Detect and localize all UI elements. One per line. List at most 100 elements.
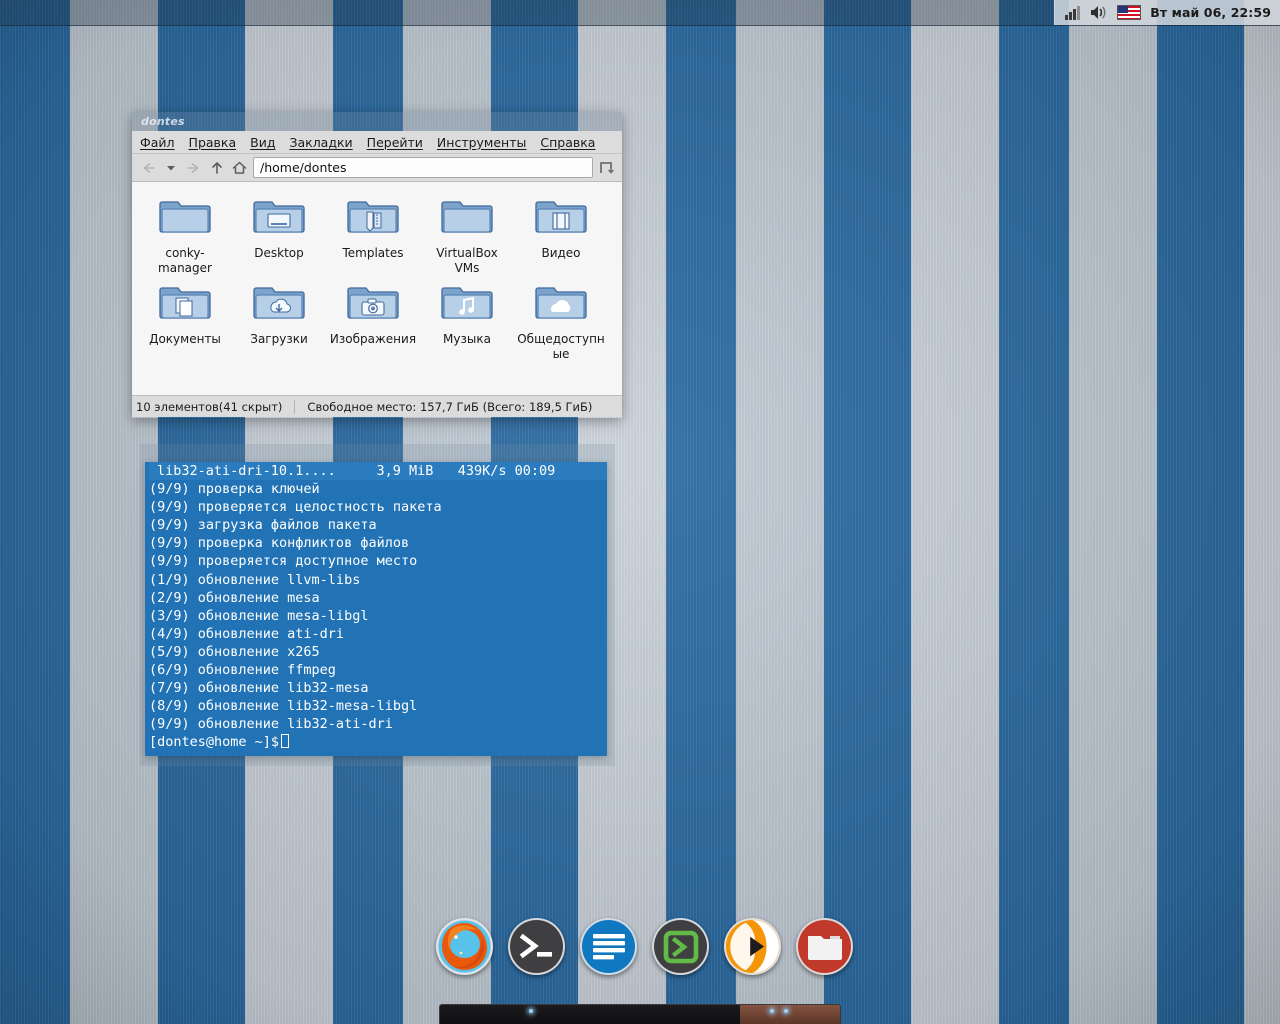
volume-icon[interactable] [1090, 5, 1108, 20]
file-label: conky-manager [158, 246, 212, 275]
menu-tools[interactable]: Инструменты [437, 135, 526, 150]
home-icon[interactable] [230, 157, 249, 179]
path-value: /home/dontes [260, 160, 347, 175]
terminal-prompt: [dontes@home ~]$ [149, 734, 280, 751]
up-icon[interactable] [207, 157, 226, 179]
file-area[interactable]: conky-manager Desktop Templates VirtualB… [132, 182, 622, 395]
menu-bar: Файл Правка Вид Закладки Перейти Инструм… [132, 131, 622, 154]
menu-bookmarks[interactable]: Закладки [289, 135, 352, 150]
document-icon [592, 933, 625, 959]
system-tray: Вт май 06, 22:59 [1054, 0, 1280, 25]
running-indicator [770, 1009, 774, 1013]
signal-icon[interactable] [1065, 5, 1081, 20]
terminal-line: (9/9) проверяется целостность пакета [149, 499, 442, 516]
chevron-down-icon[interactable] [161, 157, 180, 179]
terminal-line: (6/9) обновление ffmpeg [149, 662, 336, 679]
folder-icon [441, 194, 493, 240]
item-count: 10 элементов(41 скрыт) [136, 399, 283, 414]
terminal-line: (9/9) проверка конфликтов файлов [149, 535, 410, 552]
file-row-1: conky-manager Desktop Templates VirtualB… [138, 190, 616, 276]
file-item-virtualbox-vms[interactable]: VirtualBox VMs [420, 190, 514, 276]
terminal-line: (9/9) проверяется доступное место [149, 553, 418, 570]
running-indicator [784, 1009, 788, 1013]
menu-help[interactable]: Справка [540, 135, 595, 150]
terminal-line: (8/9) обновление lib32-mesa-libgl [149, 698, 418, 715]
file-label: Desktop [254, 246, 304, 260]
file-label: VirtualBox VMs [436, 246, 498, 275]
file-label: Документы [149, 332, 221, 346]
file-item-public[interactable]: Общедоступные [514, 276, 608, 362]
menu-view[interactable]: Вид [250, 135, 275, 150]
folder-desktop-icon [253, 194, 305, 240]
file-item-pictures[interactable]: Изображения [326, 276, 420, 362]
file-label: Общедоступные [517, 332, 605, 361]
dock-item-text-editor[interactable] [573, 911, 644, 982]
file-row-2: Документы Загрузки Изображения Музыка Об… [138, 276, 616, 362]
folder-icon [159, 194, 211, 240]
terminal-line: (2/9) обновление mesa [149, 589, 320, 606]
back-icon[interactable] [138, 157, 157, 179]
menu-go[interactable]: Перейти [367, 135, 423, 150]
clock[interactable]: Вт май 06, 22:59 [1150, 5, 1271, 20]
terminal-line: (4/9) обновление ati-dri [149, 625, 345, 642]
file-label: Изображения [329, 332, 417, 346]
remote-desktop-icon [663, 930, 698, 963]
file-item-desktop[interactable]: Desktop [232, 190, 326, 276]
file-item-templates[interactable]: Templates [326, 190, 420, 276]
dock [429, 911, 860, 982]
dock-item-firefox[interactable] [429, 911, 500, 982]
folder-icon [807, 935, 842, 960]
keyboard-layout-flag-icon[interactable] [1117, 5, 1142, 20]
file-label: Музыка [443, 332, 491, 346]
dock-item-terminal[interactable] [501, 911, 572, 982]
terminal-line: (5/9) обновление x265 [149, 643, 320, 660]
dock-item-remote-desktop[interactable] [645, 911, 716, 982]
file-label: Templates [342, 246, 404, 260]
terminal-download-status: lib32-ati-dri-10.1.... 3,9 MiB 439K/s 00… [149, 462, 607, 481]
running-indicator [529, 1009, 533, 1013]
navigation-toolbar: /home/dontes [132, 154, 622, 182]
menu-file[interactable]: Файл [140, 135, 175, 150]
firefox-icon [438, 920, 491, 973]
terminal-line: (1/9) обновление llvm-libs [149, 571, 361, 588]
terminal-line: (9/9) загрузка файлов пакета [149, 517, 377, 534]
terminal-window[interactable]: lib32-ati-dri-10.1.... 3,9 MiB 439K/s 00… [145, 462, 607, 756]
dock-item-file-manager[interactable] [789, 911, 860, 982]
folder-documents-icon [159, 280, 211, 326]
folder-videos-icon [535, 194, 587, 240]
split-view-icon[interactable] [597, 157, 616, 179]
status-divider [294, 399, 296, 414]
window-titlebar[interactable]: dontes [132, 112, 622, 131]
status-bar: 10 элементов(41 скрыт) Свободное место: … [132, 395, 622, 417]
terminal-line: (9/9) проверка ключей [149, 481, 320, 498]
file-label: Загрузки [250, 332, 308, 346]
desktop[interactable]: Вт май 06, 22:59 dontes Файл Правка Вид … [0, 0, 1280, 1024]
terminal-cursor [281, 734, 290, 749]
file-label: Видео [541, 246, 581, 260]
media-player-icon [726, 920, 779, 973]
forward-icon[interactable] [184, 157, 203, 179]
terminal-line: (3/9) обновление mesa-libgl [149, 607, 369, 624]
menu-edit[interactable]: Правка [189, 135, 237, 150]
folder-templates-icon [347, 194, 399, 240]
terminal-line: (9/9) обновление lib32-ati-dri [149, 716, 393, 733]
dock-item-media-player[interactable] [717, 911, 788, 982]
top-panel: Вт май 06, 22:59 [0, 0, 1280, 26]
file-item-video[interactable]: Видео [514, 190, 608, 276]
free-space: Свободное место: 157,7 ГиБ (Всего: 189,5… [307, 399, 593, 414]
path-input[interactable]: /home/dontes [253, 157, 593, 178]
file-item-downloads[interactable]: Загрузки [232, 276, 326, 362]
window-title: dontes [141, 115, 185, 128]
terminal-line: (7/9) обновление lib32-mesa [149, 680, 369, 697]
file-item-documents[interactable]: Документы [138, 276, 232, 362]
folder-music-icon [441, 280, 493, 326]
file-item-music[interactable]: Музыка [420, 276, 514, 362]
folder-pictures-icon [347, 280, 399, 326]
folder-downloads-icon [253, 280, 305, 326]
dock-panel [439, 1004, 841, 1024]
file-item-conky-manager[interactable]: conky-manager [138, 190, 232, 276]
file-manager-window[interactable]: dontes Файл Правка Вид Закладки Перейти … [132, 112, 622, 418]
terminal-prompt-line: [dontes@home ~]$ [149, 733, 607, 751]
window-thumbnail[interactable] [740, 1005, 840, 1024]
terminal-icon [519, 933, 552, 958]
